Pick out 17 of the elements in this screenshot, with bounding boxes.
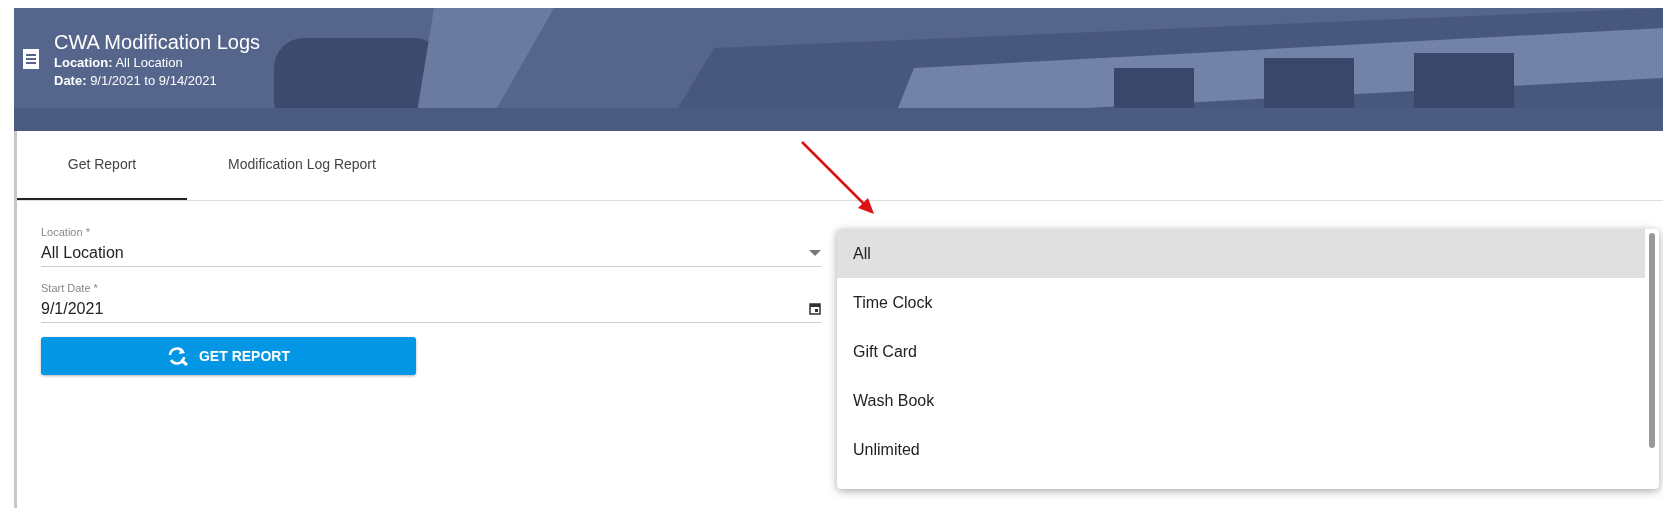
receipt-icon[interactable]	[22, 48, 40, 70]
field-label: Location *	[41, 225, 91, 239]
menu-item[interactable]: All	[837, 229, 1645, 278]
tab[interactable]: Modification Log Report	[187, 131, 417, 200]
location-select[interactable]: All Location	[41, 239, 821, 267]
caret-icon	[809, 249, 821, 256]
scrollbar[interactable]	[1649, 233, 1655, 448]
field-label: Start Date *	[41, 281, 99, 295]
tab[interactable]: Get Report	[17, 131, 187, 200]
date-field[interactable]: 9/1/2021	[41, 295, 821, 323]
date-label: Date:	[54, 73, 87, 88]
location-label: Location:	[54, 55, 113, 70]
location-value: All Location	[115, 55, 183, 70]
calendar-icon[interactable]	[809, 302, 821, 315]
refresh-search-icon	[167, 346, 189, 366]
date-value: 9/1/2021 to 9/14/2021	[90, 73, 217, 88]
page-title: CWA Modification Logs	[54, 30, 260, 54]
